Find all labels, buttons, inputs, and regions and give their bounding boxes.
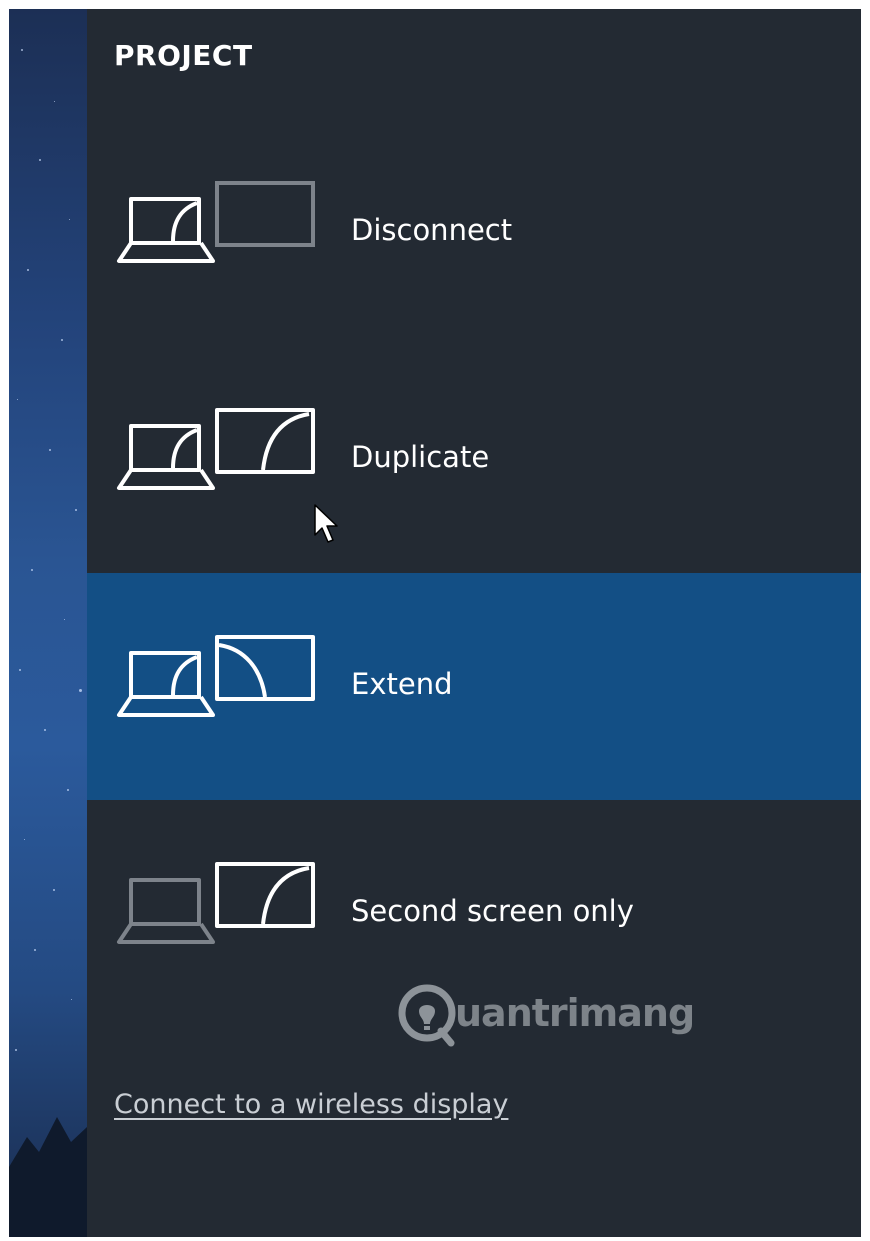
disconnect-icon <box>117 181 315 263</box>
mountain-silhouette <box>9 1117 87 1237</box>
lightbulb-icon <box>398 984 456 1047</box>
project-panel: PROJECT Disconnect Duplicate Extend Seco… <box>87 9 861 1237</box>
watermark-logo: uantrimang <box>397 977 727 1057</box>
mouse-pointer-icon <box>314 504 338 543</box>
extend-icon <box>117 635 315 717</box>
option-label: Extend <box>351 667 453 701</box>
desktop-wallpaper <box>9 9 87 1237</box>
screen-frame: PROJECT Disconnect Duplicate Extend Seco… <box>9 9 861 1237</box>
option-label: Duplicate <box>351 440 490 474</box>
option-duplicate[interactable]: Duplicate <box>87 346 861 573</box>
panel-title: PROJECT <box>114 39 253 72</box>
option-label: Disconnect <box>351 213 513 247</box>
option-disconnect[interactable]: Disconnect <box>87 119 861 346</box>
watermark-text: uantrimang <box>455 991 695 1035</box>
option-label: Second screen only <box>351 894 634 928</box>
connect-wireless-display-link[interactable]: Connect to a wireless display <box>114 1089 508 1120</box>
option-extend[interactable]: Extend <box>87 573 861 800</box>
second-screen-only-icon <box>117 862 315 944</box>
duplicate-icon <box>117 408 315 490</box>
